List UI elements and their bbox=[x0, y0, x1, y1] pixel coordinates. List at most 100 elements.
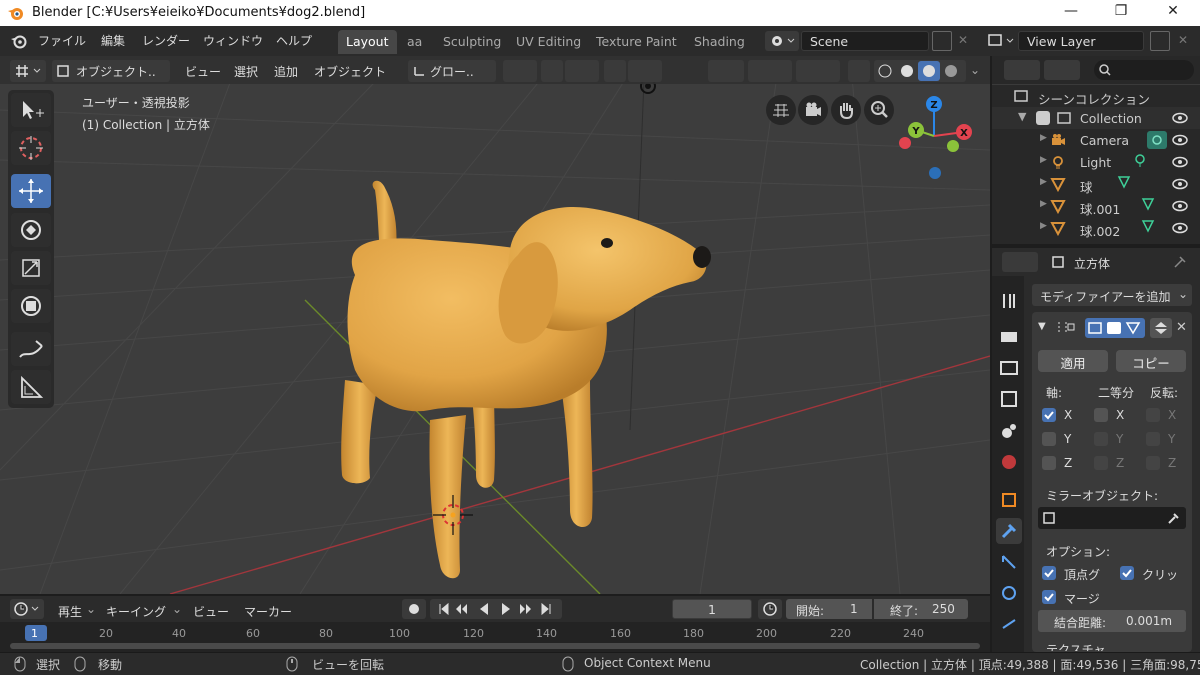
scene-selector-button[interactable] bbox=[765, 31, 799, 51]
viewport-menu-view[interactable]: ビュー bbox=[181, 61, 225, 81]
mesh-data-icon[interactable] bbox=[1140, 196, 1156, 212]
tool-settings-icon[interactable] bbox=[996, 288, 1022, 314]
merge-distance-field[interactable]: 結合距離: 0.001m bbox=[1038, 610, 1186, 632]
proportional-edit-icon[interactable] bbox=[604, 60, 626, 82]
current-frame-field[interactable]: 1 bbox=[672, 599, 752, 619]
modifier-properties-icon[interactable] bbox=[996, 518, 1022, 544]
expand-arrow-icon[interactable]: ▶ bbox=[1040, 133, 1047, 143]
view-layer-properties-icon[interactable] bbox=[996, 386, 1022, 412]
delete-view-layer-icon[interactable]: ✕ bbox=[1178, 33, 1188, 47]
snap-target-icon[interactable] bbox=[565, 60, 599, 82]
timeline-menu-view[interactable]: ビュー bbox=[189, 601, 233, 621]
menu-file[interactable]: ファイル bbox=[38, 32, 86, 49]
move-tool-icon[interactable] bbox=[11, 174, 51, 208]
outliner-search-input[interactable] bbox=[1094, 60, 1194, 80]
bisect-x-checkbox[interactable] bbox=[1094, 408, 1108, 422]
preview-range-icon[interactable] bbox=[758, 599, 782, 619]
apply-button[interactable]: 適用 bbox=[1038, 350, 1108, 372]
render-properties-icon[interactable] bbox=[996, 324, 1022, 350]
bisect-y-checkbox[interactable] bbox=[1094, 432, 1108, 446]
pin-icon[interactable] bbox=[1172, 254, 1188, 270]
properties-editor-type-icon[interactable] bbox=[1002, 252, 1038, 272]
navigation-gizmo[interactable]: Z X Y bbox=[899, 96, 972, 179]
clipping-checkbox[interactable] bbox=[1120, 566, 1134, 580]
tab-aa[interactable]: aa bbox=[399, 30, 430, 54]
scene-properties-icon[interactable] bbox=[996, 418, 1022, 444]
vertex-group-checkbox[interactable] bbox=[1042, 566, 1056, 580]
modifier-move-icon[interactable] bbox=[1150, 318, 1172, 338]
tab-sculpting[interactable]: Sculpting bbox=[435, 30, 509, 54]
expand-arrow-icon[interactable]: ▶ bbox=[1040, 177, 1047, 187]
collapse-arrow-icon[interactable]: ▼ bbox=[1018, 110, 1026, 123]
eye-icon[interactable] bbox=[1172, 220, 1188, 236]
3d-viewport[interactable]: Z X Y bbox=[0, 56, 990, 594]
overlay-toggle-icon[interactable] bbox=[796, 60, 840, 82]
outliner-display-mode-icon[interactable] bbox=[1044, 60, 1080, 80]
gizmo-toggle-icon[interactable] bbox=[748, 60, 792, 82]
constraints-properties-icon[interactable] bbox=[996, 611, 1022, 637]
merge-checkbox[interactable] bbox=[1042, 590, 1056, 604]
flip-y-checkbox[interactable] bbox=[1146, 432, 1160, 446]
maximize-button[interactable]: ❐ bbox=[1106, 3, 1136, 19]
eye-icon[interactable] bbox=[1172, 154, 1188, 170]
dog-model[interactable] bbox=[341, 180, 711, 579]
collection-exclude-checkbox[interactable] bbox=[1036, 111, 1050, 125]
eye-icon[interactable] bbox=[1172, 110, 1188, 126]
particles-properties-icon[interactable] bbox=[996, 549, 1022, 575]
eye-icon[interactable] bbox=[1172, 198, 1188, 214]
pan-hand-icon[interactable] bbox=[831, 95, 861, 125]
flip-x-checkbox[interactable] bbox=[1146, 408, 1160, 422]
outliner-editor-type-icon[interactable] bbox=[1004, 60, 1040, 80]
orientation-selector[interactable]: グロー.. bbox=[408, 60, 496, 82]
collapse-arrow-icon[interactable]: ▼ bbox=[1038, 321, 1046, 332]
view-layer-field[interactable]: View Layer bbox=[1018, 31, 1144, 51]
record-button[interactable] bbox=[402, 599, 426, 619]
add-modifier-dropdown[interactable]: モディファイアーを追加 ⌄ bbox=[1032, 284, 1192, 306]
expand-arrow-icon[interactable]: ▶ bbox=[1040, 221, 1047, 231]
bisect-z-checkbox[interactable] bbox=[1094, 456, 1108, 470]
outliner-item-sphere[interactable]: ▶ 球 bbox=[992, 173, 1200, 195]
outliner-item-sphere-001[interactable]: ▶ 球.001 bbox=[992, 195, 1200, 217]
timeline-editor-type-icon[interactable] bbox=[10, 599, 44, 619]
timeline-menu-playback[interactable]: 再生 bbox=[54, 601, 86, 621]
grid-view-icon[interactable] bbox=[766, 95, 796, 125]
transform-tool-icon[interactable] bbox=[11, 289, 51, 323]
viewport-menu-add[interactable]: 追加 bbox=[270, 61, 302, 81]
light-data-icon[interactable] bbox=[1132, 152, 1148, 168]
zoom-icon[interactable] bbox=[864, 95, 894, 125]
select-tool-icon[interactable] bbox=[11, 93, 51, 127]
viewport-menu-object[interactable]: オブジェクト bbox=[310, 61, 390, 81]
outliner-item-sphere-002[interactable]: ▶ 球.002 bbox=[992, 217, 1200, 239]
menu-window[interactable]: ウィンドウ bbox=[203, 32, 263, 49]
tab-texture-paint[interactable]: Texture Paint bbox=[588, 30, 685, 54]
scene-field[interactable]: Scene bbox=[801, 31, 929, 51]
object-properties-icon[interactable] bbox=[996, 487, 1022, 513]
world-properties-icon[interactable] bbox=[996, 449, 1022, 475]
mode-selector[interactable]: オブジェクト.. bbox=[52, 60, 170, 82]
viewport-menu-select[interactable]: 選択 bbox=[230, 61, 262, 81]
snap-icon[interactable] bbox=[541, 60, 563, 82]
physics-properties-icon[interactable] bbox=[996, 580, 1022, 606]
pivot-point-icon[interactable] bbox=[503, 60, 537, 82]
axis-z-checkbox[interactable] bbox=[1042, 456, 1056, 470]
modifier-display-toggles[interactable] bbox=[1085, 318, 1145, 338]
shading-options-icon[interactable]: ⌄ bbox=[970, 63, 980, 77]
camera-data-icon[interactable] bbox=[1146, 130, 1168, 150]
tab-uv-editing[interactable]: UV Editing bbox=[508, 30, 589, 54]
outliner-item-light[interactable]: ▶ Light bbox=[992, 151, 1200, 173]
shading-mode-group[interactable] bbox=[874, 60, 966, 82]
menu-help[interactable]: ヘルプ bbox=[276, 32, 312, 49]
copy-button[interactable]: コピー bbox=[1116, 350, 1186, 372]
mesh-data-icon[interactable] bbox=[1140, 218, 1156, 234]
timeline-menu-marker[interactable]: マーカー bbox=[240, 601, 296, 621]
view-layer-icon[interactable] bbox=[985, 31, 1019, 51]
remove-modifier-icon[interactable]: ✕ bbox=[1176, 320, 1187, 335]
cursor-tool-icon[interactable] bbox=[11, 131, 51, 165]
outliner-item-collection[interactable]: ▼ Collection bbox=[992, 107, 1200, 129]
visibility-icon[interactable] bbox=[708, 60, 744, 82]
eyedropper-icon[interactable] bbox=[1166, 511, 1180, 525]
menu-render[interactable]: レンダー bbox=[142, 32, 190, 49]
output-properties-icon[interactable] bbox=[996, 355, 1022, 381]
eye-icon[interactable] bbox=[1172, 176, 1188, 192]
start-frame-field[interactable]: 開始: 1 bbox=[786, 599, 872, 619]
